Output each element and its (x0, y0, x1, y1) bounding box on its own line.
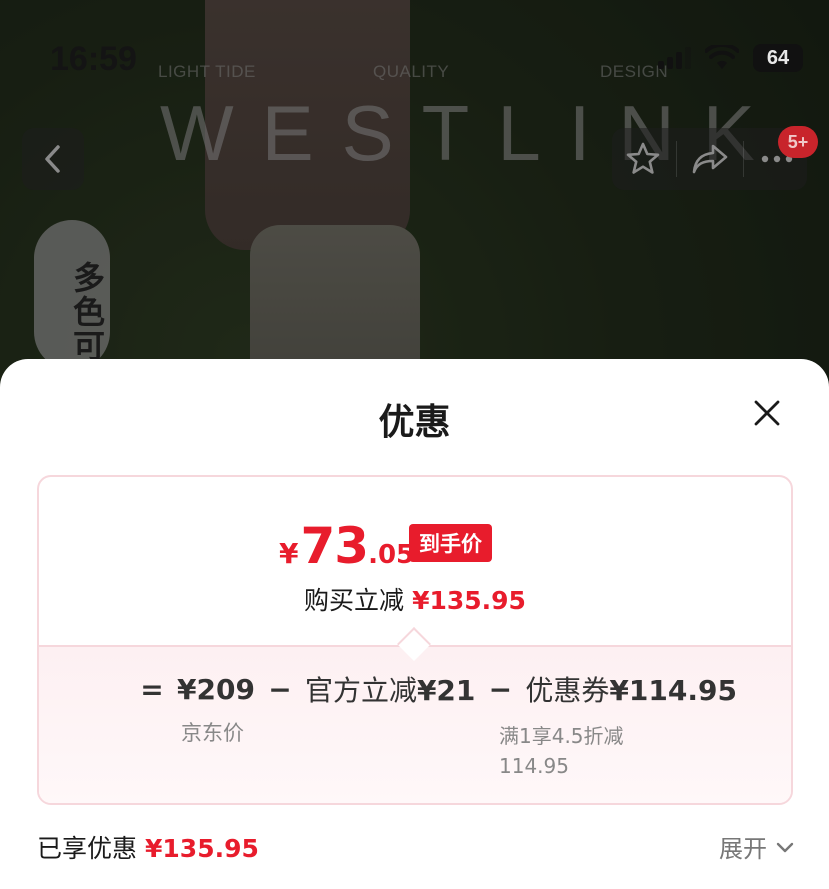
share-icon (692, 144, 727, 174)
final-price-currency: ¥ (279, 537, 299, 570)
official-discount-amount: ¥21 (416, 674, 476, 707)
star-icon (626, 142, 659, 174)
signal-icon (658, 47, 691, 69)
back-button[interactable] (22, 128, 84, 190)
price-formula: = ¥209 − 官方立减¥21 − 优惠券¥114.95 (139, 669, 737, 709)
final-price-integer: 73 (300, 517, 369, 575)
coupon-detail: 满1享4.5折减 114.95 (499, 721, 659, 781)
favorite-button[interactable] (615, 131, 671, 187)
purchase-reduction-amount: ¥135.95 (412, 586, 526, 615)
coupon-label: 优惠券 (525, 674, 610, 707)
back-icon (45, 145, 60, 173)
final-price-decimal: .05 (368, 540, 415, 570)
status-time: 16:59 (50, 40, 137, 78)
price-breakdown-card: ¥ 73 .05 到手价 购买立减 ¥135.95 = ¥209 − 官方立减¥2… (37, 475, 793, 805)
enjoyed-discount-amount: ¥135.95 (145, 834, 259, 863)
final-price-tag: 到手价 (409, 524, 492, 562)
jd-price-label: 京东价 (181, 721, 244, 745)
nav-separator (742, 141, 744, 177)
discount-sheet: 优惠 ¥ 73 .05 到手价 购买立减 ¥135.95 = ¥209 − 官方立… (0, 359, 829, 889)
formula-minus: − (488, 672, 513, 706)
battery-icon: 64 (753, 44, 803, 72)
enjoyed-discount: 已享优惠 ¥135.95 (37, 829, 259, 865)
coupon-detail-line2: 114.95 (499, 754, 569, 778)
message-badge: 5+ (778, 126, 818, 158)
jd-price-amount: ¥209 (177, 672, 255, 706)
status-icons: 64 (658, 44, 803, 72)
color-options-pill[interactable]: 多色可 (34, 220, 110, 370)
share-button[interactable] (682, 131, 738, 187)
sheet-title: 优惠 (378, 402, 451, 443)
final-price: ¥ 73 .05 (279, 517, 414, 575)
wifi-icon (705, 45, 739, 69)
coupon-amount: ¥114.95 (609, 674, 737, 707)
official-discount-label: 官方立减 (304, 674, 417, 707)
expand-button[interactable]: 展开 (719, 829, 795, 864)
enjoyed-discount-label: 已享优惠 (37, 834, 138, 863)
coupon-detail-line1: 满1享4.5折减 (499, 724, 624, 748)
nav-separator (675, 141, 677, 177)
close-icon (754, 400, 780, 426)
purchase-reduction-label: 购买立减 (304, 586, 405, 615)
close-button[interactable] (751, 397, 783, 429)
formula-minus: − (268, 672, 292, 706)
purchase-reduction: 购买立减 ¥135.95 (39, 581, 791, 617)
formula-equals: = (140, 672, 164, 706)
expand-label: 展开 (719, 835, 767, 863)
chevron-down-icon (776, 842, 794, 852)
